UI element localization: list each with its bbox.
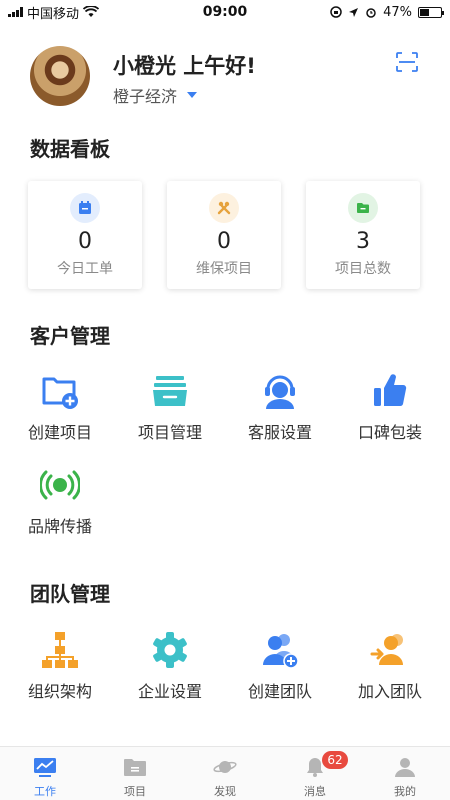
caret-down-icon <box>187 92 198 98</box>
enterprise-settings-button[interactable]: 企业设置 <box>120 630 220 702</box>
tab-messages[interactable]: 消息 62 <box>270 747 360 800</box>
alarm-icon <box>366 8 376 18</box>
wifi-icon <box>83 6 100 17</box>
brand-broadcast-label: 品牌传播 <box>27 517 92 536</box>
customer-service-settings-label: 客服设置 <box>247 423 312 442</box>
card-label: 今日工单 <box>57 261 113 277</box>
project-management-label: 项目管理 <box>137 423 202 442</box>
tab-label: 发现 <box>214 785 236 798</box>
org-chart-icon <box>40 630 80 670</box>
customer-section-title: 客户管理 <box>30 324 110 348</box>
card-maintenance[interactable]: 0 维保项目 <box>167 181 281 289</box>
join-team-label: 加入团队 <box>357 682 422 701</box>
rotation-lock-icon <box>330 6 342 18</box>
folder-icon <box>123 755 147 779</box>
tab-label: 工作 <box>34 785 56 798</box>
create-team-button[interactable]: 创建团队 <box>230 630 330 702</box>
user-icon <box>393 755 417 779</box>
headset-agent-icon <box>260 371 300 411</box>
reputation-packaging-button[interactable]: 口碑包装 <box>340 371 440 443</box>
carrier-label: 中国移动 <box>27 6 80 22</box>
folder-add-icon <box>40 371 80 411</box>
status-bar: 中国移动 09:00 47% <box>0 0 450 24</box>
tab-projects[interactable]: 项目 <box>90 747 180 800</box>
company-name: 橙子经济 <box>113 87 178 106</box>
scan-icon[interactable] <box>396 52 418 72</box>
dashboard-title: 数据看板 <box>30 137 110 161</box>
card-label: 项目总数 <box>335 261 391 277</box>
brand-broadcast-button[interactable]: 品牌传播 <box>10 465 110 537</box>
create-project-button[interactable]: 创建项目 <box>10 371 110 443</box>
card-value: 0 <box>78 229 92 254</box>
tab-discover[interactable]: 发现 <box>180 747 270 800</box>
org-structure-button[interactable]: 组织架构 <box>10 630 110 702</box>
team-section-title: 团队管理 <box>30 582 110 606</box>
greeting-text: 小橙光 上午好! <box>113 54 256 78</box>
unread-badge: 62 <box>322 751 348 769</box>
users-add-icon <box>260 630 300 670</box>
chart-icon <box>33 755 57 779</box>
tools-icon <box>209 193 239 223</box>
tab-label: 我的 <box>394 785 416 798</box>
reputation-packaging-label: 口碑包装 <box>357 423 422 442</box>
tab-label: 项目 <box>124 785 146 798</box>
join-team-button[interactable]: 加入团队 <box>340 630 440 702</box>
folder-icon <box>348 193 378 223</box>
company-selector[interactable]: 橙子经济 <box>113 83 198 107</box>
create-project-label: 创建项目 <box>27 423 92 442</box>
battery-icon <box>418 6 444 18</box>
location-arrow-icon <box>349 7 359 17</box>
clock: 09:00 <box>202 4 248 20</box>
tab-work[interactable]: 工作 <box>0 747 90 800</box>
planet-icon <box>213 755 237 779</box>
tab-bar: 工作 项目 发现 消息 62 我的 <box>0 746 450 800</box>
thumbs-up-icon <box>370 371 410 411</box>
create-team-label: 创建团队 <box>247 682 312 701</box>
card-project-total[interactable]: 3 项目总数 <box>306 181 420 289</box>
tab-me[interactable]: 我的 <box>360 747 450 800</box>
org-structure-label: 组织架构 <box>27 682 92 701</box>
customer-service-settings-button[interactable]: 客服设置 <box>230 371 330 443</box>
calendar-icon <box>70 193 100 223</box>
broadcast-icon <box>40 465 80 505</box>
users-join-icon <box>370 630 410 670</box>
tab-label: 消息 <box>304 785 326 798</box>
card-value: 0 <box>217 229 231 254</box>
card-value: 3 <box>356 229 370 254</box>
gear-icon <box>150 630 190 670</box>
signal-icon <box>8 7 23 17</box>
enterprise-settings-label: 企业设置 <box>137 682 202 701</box>
battery-percent: 47% <box>383 4 412 20</box>
inbox-tray-icon <box>150 371 190 411</box>
card-label: 维保项目 <box>196 261 252 277</box>
card-today-orders[interactable]: 0 今日工单 <box>28 181 142 289</box>
project-management-button[interactable]: 项目管理 <box>120 371 220 443</box>
avatar[interactable] <box>30 46 90 106</box>
